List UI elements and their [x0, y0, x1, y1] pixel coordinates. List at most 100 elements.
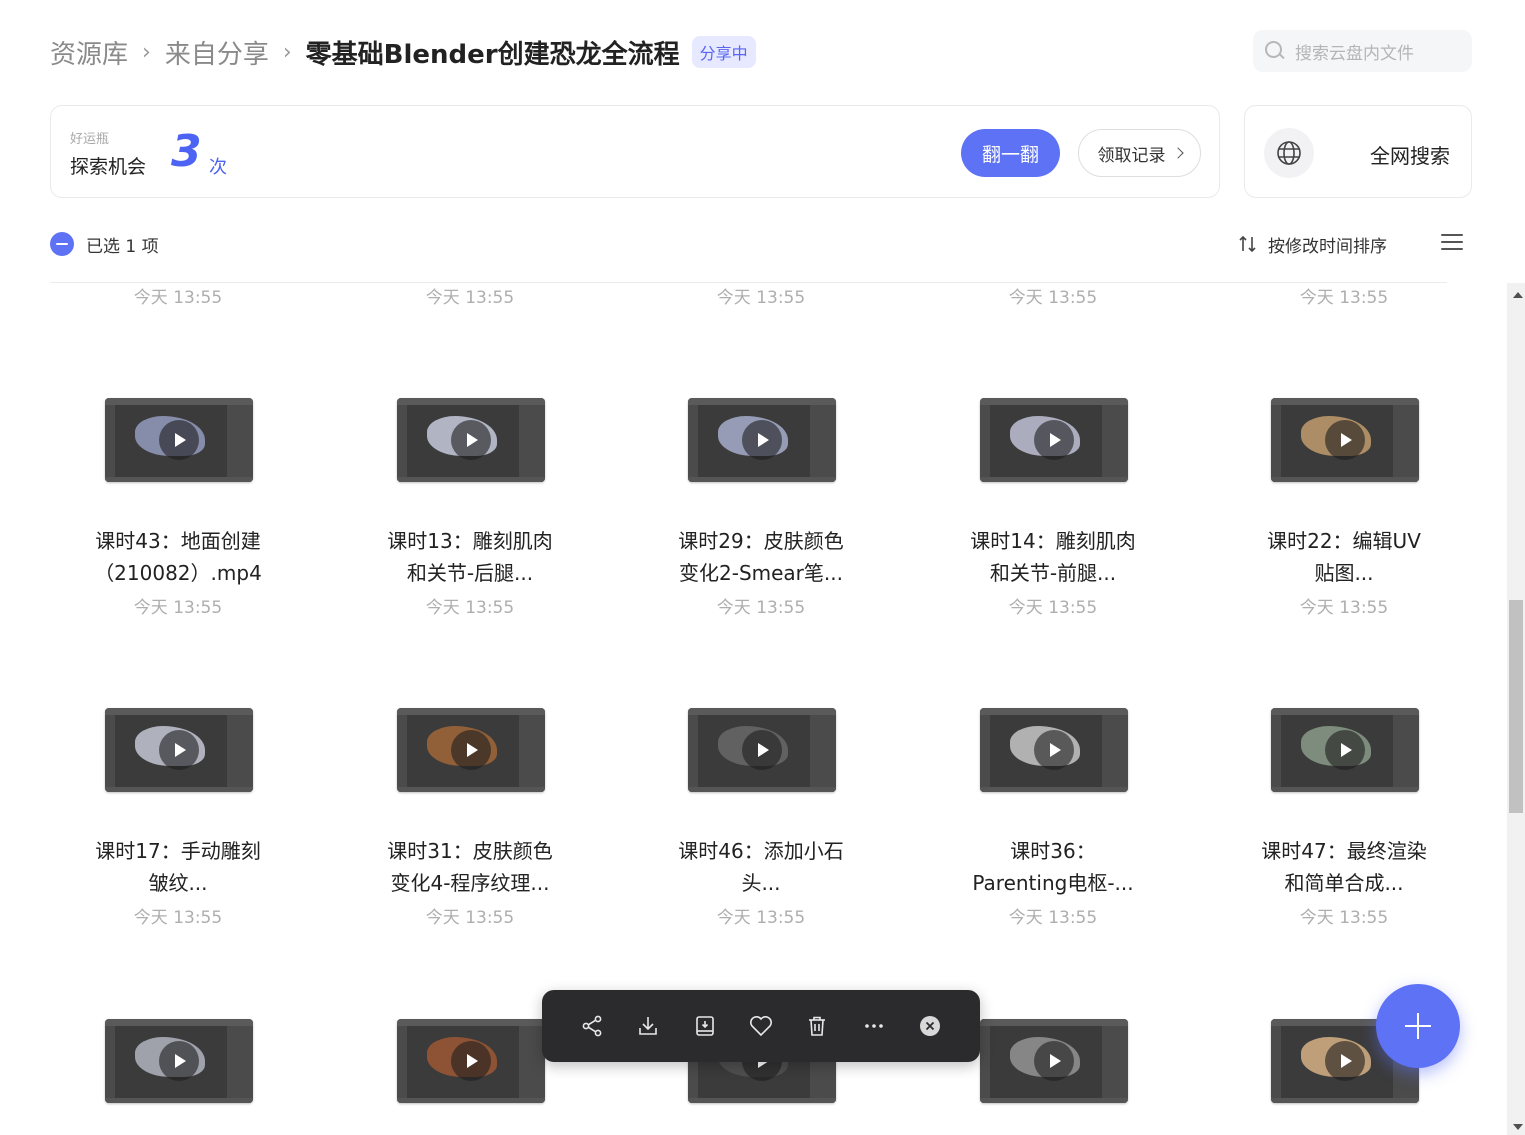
search-input[interactable]: 搜索云盘内文件 [1253, 30, 1472, 72]
selection-count: 已选 1 项 [86, 236, 159, 257]
selection-bar: 已选 1 项 [50, 230, 159, 258]
video-thumbnail[interactable] [1271, 398, 1419, 482]
chances-count: 3 [171, 126, 202, 177]
download-icon[interactable] [630, 1008, 666, 1044]
breadcrumb-item-shared[interactable]: 来自分享 [165, 34, 269, 71]
scroll-up-arrow[interactable] [1513, 292, 1523, 298]
file-name[interactable]: 课时47：最终渲染 和简单合成... [1244, 835, 1444, 899]
sort-button[interactable]: 按修改时间排序 [1238, 230, 1387, 258]
file-item[interactable]: 课时31：皮肤颜色 变化4-程序纹理... 今天 13:55 [370, 708, 570, 948]
file-item[interactable]: 今天 13:55 [1244, 283, 1444, 308]
file-name-line: 课时46：添加小石 [678, 839, 844, 863]
web-search-card[interactable]: 全网搜索 [1244, 105, 1472, 198]
file-item[interactable]: 今天 13:55 [370, 283, 570, 308]
file-item[interactable]: 课时43：地面创建 （210082）.mp4 今天 13:55 [78, 398, 278, 638]
explore-chances-label: 探索机会 [70, 156, 147, 178]
claim-record-button[interactable]: 领取记录 [1078, 129, 1201, 177]
file-date: 今天 13:55 [133, 598, 223, 618]
video-thumbnail[interactable] [1271, 708, 1419, 792]
file-name-line: 头... [741, 871, 781, 895]
file-name[interactable]: 课时22：编辑UV 贴图... [1244, 525, 1444, 589]
breadcrumb: 资源库 › 来自分享 › 零基础Blender创建恐龙全流程 分享中 [50, 34, 756, 70]
file-date: 今天 13:55 [1008, 288, 1098, 308]
file-date: 今天 13:55 [1008, 598, 1098, 618]
file-name[interactable]: 课时46：添加小石 头... [661, 835, 861, 899]
claim-record-label: 领取记录 [1097, 145, 1166, 165]
video-thumbnail[interactable] [688, 398, 836, 482]
play-icon [451, 730, 491, 770]
file-item[interactable]: 课时47：最终渲染 和简单合成... 今天 13:55 [1244, 708, 1444, 948]
breadcrumb-item-library[interactable]: 资源库 [50, 34, 128, 71]
video-thumbnail[interactable] [688, 708, 836, 792]
file-date: 今天 13:55 [1299, 598, 1389, 618]
file-item[interactable]: 今天 13:55 [953, 283, 1153, 308]
file-name-line: 变化4-程序纹理... [390, 871, 550, 895]
file-name-line: 变化2-Smear笔... [679, 561, 843, 585]
file-date: 今天 13:55 [133, 288, 223, 308]
breadcrumb-separator: › [142, 39, 151, 65]
play-icon [451, 420, 491, 460]
file-name-line: 课时17：手动雕刻 [95, 839, 261, 863]
file-item[interactable]: 课时29：皮肤颜色 变化2-Smear笔... 今天 13:55 [661, 398, 861, 638]
file-name[interactable]: 课时43：地面创建 （210082）.mp4 [78, 525, 278, 589]
file-name[interactable]: 课时29：皮肤颜色 变化2-Smear笔... [661, 525, 861, 589]
close-icon[interactable] [912, 1008, 948, 1044]
flip-button[interactable]: 翻一翻 [961, 129, 1060, 177]
file-date: 今天 13:55 [133, 908, 223, 928]
file-name-line: 贴图... [1314, 561, 1374, 585]
file-date: 今天 13:55 [716, 288, 806, 308]
video-thumbnail[interactable] [105, 1019, 253, 1103]
file-item[interactable]: 今天 13:55 [78, 283, 278, 308]
file-item[interactable]: 课时14：雕刻肌肉 和关节-前腿... 今天 13:55 [953, 398, 1153, 638]
play-icon [742, 730, 782, 770]
file-name[interactable]: 课时31：皮肤颜色 变化4-程序纹理... [370, 835, 570, 899]
breadcrumb-separator: › [282, 39, 292, 65]
file-name-line: 和关节-后腿... [406, 561, 534, 585]
file-item[interactable]: 课时13：雕刻肌肉 和关节-后腿... 今天 13:55 [370, 398, 570, 638]
video-thumbnail[interactable] [980, 1019, 1128, 1103]
favorite-icon[interactable] [743, 1008, 779, 1044]
scroll-down-arrow[interactable] [1513, 1124, 1523, 1130]
video-thumbnail[interactable] [397, 708, 545, 792]
scrollbar-thumb[interactable] [1509, 600, 1523, 813]
save-to-drive-icon[interactable] [687, 1008, 723, 1044]
chevron-right-icon [1171, 147, 1184, 159]
video-thumbnail[interactable] [980, 398, 1128, 482]
file-date: 今天 13:55 [1299, 288, 1389, 308]
play-icon [1325, 420, 1365, 460]
more-icon[interactable] [856, 1008, 892, 1044]
file-item[interactable]: 课时22：编辑UV 贴图... 今天 13:55 [1244, 398, 1444, 638]
video-thumbnail[interactable] [397, 1019, 545, 1103]
share-icon[interactable] [574, 1008, 610, 1044]
play-icon [159, 730, 199, 770]
list-view-icon[interactable] [1441, 234, 1463, 252]
play-icon [159, 1041, 199, 1081]
file-name-line: Parenting电枢-... [972, 871, 1134, 895]
file-item[interactable]: 课时46：添加小石 头... 今天 13:55 [661, 708, 861, 948]
file-item[interactable]: 今天 13:55 [661, 283, 861, 308]
video-thumbnail[interactable] [105, 708, 253, 792]
delete-icon[interactable] [799, 1008, 835, 1044]
video-thumbnail[interactable] [980, 708, 1128, 792]
file-name-line: 和简单合成... [1284, 871, 1404, 895]
lucky-bottle-label: 好运瓶 [70, 132, 110, 147]
search-placeholder: 搜索云盘内文件 [1295, 43, 1414, 64]
file-name[interactable]: 课时13：雕刻肌肉 和关节-后腿... [370, 525, 570, 589]
add-button[interactable] [1376, 984, 1460, 1068]
file-name-line: 课时47：最终渲染 [1261, 839, 1427, 863]
file-name[interactable]: 课时36： Parenting电枢-... [953, 835, 1153, 899]
video-thumbnail[interactable] [397, 398, 545, 482]
deselect-all-icon[interactable] [50, 232, 74, 256]
play-icon [1325, 1041, 1365, 1081]
file-name[interactable]: 课时17：手动雕刻 皱纹... [78, 835, 278, 899]
file-name-line: 和关节-前腿... [989, 561, 1117, 585]
globe-icon [1264, 128, 1314, 178]
file-name[interactable]: 课时14：雕刻肌肉 和关节-前腿... [953, 525, 1153, 589]
file-item[interactable]: 课时36： Parenting电枢-... 今天 13:55 [953, 708, 1153, 948]
file-name-line: 课时29：皮肤颜色 [678, 529, 844, 553]
video-thumbnail[interactable] [105, 398, 253, 482]
chances-unit: 次 [209, 157, 227, 178]
file-date: 今天 13:55 [716, 908, 806, 928]
file-item[interactable]: 课时17：手动雕刻 皱纹... 今天 13:55 [78, 708, 278, 948]
file-name-line: 课时14：雕刻肌肉 [970, 529, 1136, 553]
